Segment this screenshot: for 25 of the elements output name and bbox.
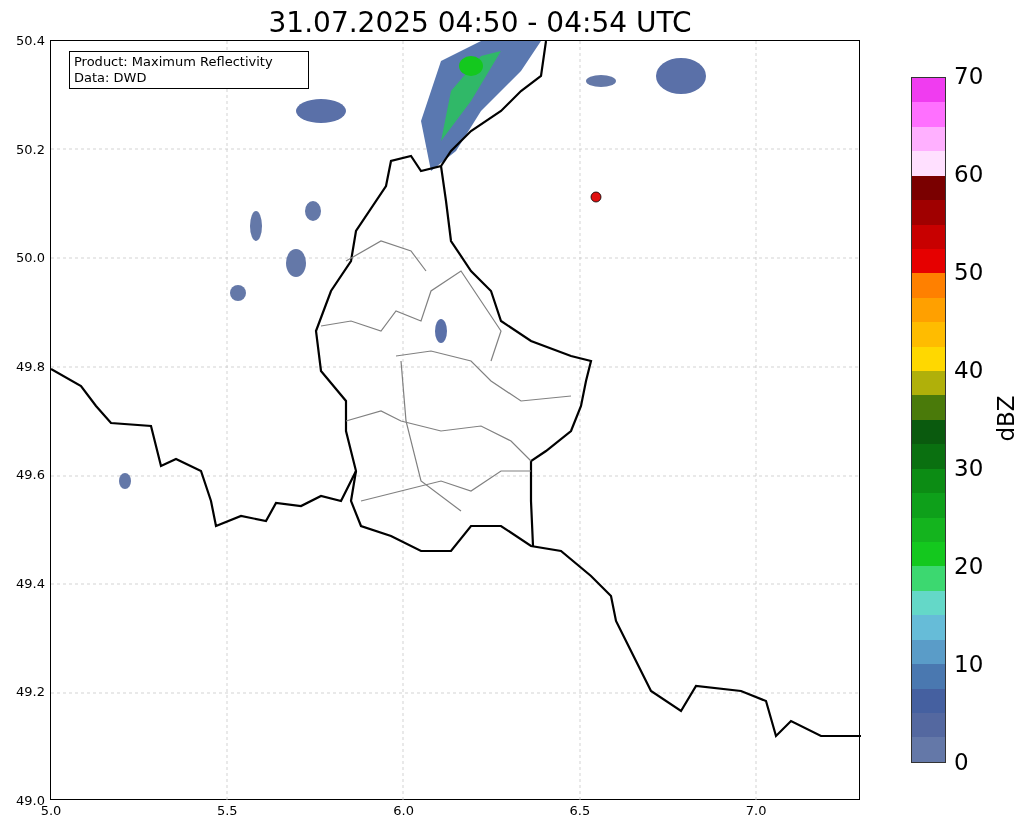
x-tick-label: 6.0 [392, 804, 415, 817]
y-tick-label: 49.2 [16, 685, 45, 699]
y-tick-label: 50.2 [16, 142, 45, 156]
legend-text: Data: DWD [74, 70, 148, 86]
x-tick-label: 5.5 [215, 804, 239, 817]
y-tick-label: 49.0 [16, 794, 45, 807]
x-tick-label: 7.0 [744, 804, 768, 817]
legend-text: Product: Maximum Reflectivity [74, 54, 274, 70]
chart-title: 31.07.2025 04:50 - 04:54 UTC [267, 9, 692, 40]
y-tick-label: 50.0 [16, 251, 45, 265]
colorbar-tick-label: 0 [954, 751, 969, 774]
colorbar-tick-label: 30 [954, 457, 984, 480]
colorbar-label: dBZ [994, 395, 1018, 442]
x-tick-label: 6.5 [568, 804, 592, 817]
y-tick-label: 49.4 [16, 576, 45, 590]
colorbar-tick-label: 60 [954, 163, 984, 186]
colorbar-tick-label: 20 [954, 555, 984, 578]
y-tick-label: 49.6 [16, 468, 45, 482]
colorbar-tick-label: 70 [954, 65, 984, 88]
x-tick-label: 5.0 [40, 804, 63, 817]
colorbar-tick-label: 10 [954, 653, 984, 676]
y-tick-label: 50.4 [16, 34, 45, 47]
colorbar-tick-label: 50 [954, 261, 984, 284]
y-tick-label: 49.8 [16, 359, 45, 373]
colorbar-tick-label: 40 [954, 359, 984, 382]
